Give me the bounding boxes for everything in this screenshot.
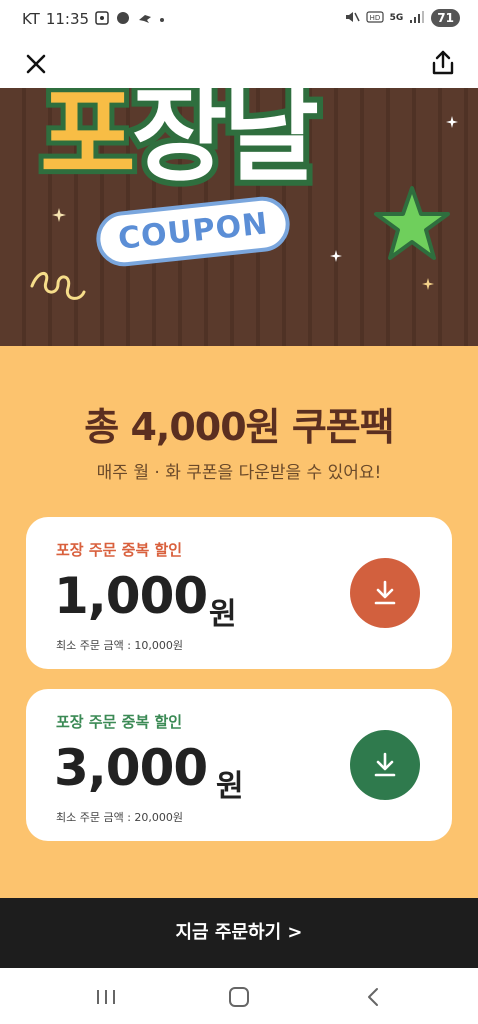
back-icon	[368, 988, 378, 1006]
download-icon	[374, 752, 396, 777]
mute-icon	[344, 10, 360, 27]
close-icon	[26, 54, 46, 74]
coupon-unit: 원	[216, 769, 244, 804]
event-banner: 포장날 COUPON	[0, 88, 478, 346]
coupon-card: 포장 주문 중복 할인 1,000 원 최소 주문 금액 : 10,000원	[26, 517, 452, 669]
battery-level: 71	[431, 9, 460, 27]
squiggle-icon	[30, 272, 86, 300]
coupon-amount: 1,000	[54, 567, 208, 625]
close-button[interactable]	[22, 50, 50, 78]
coupon-badge: COUPON	[93, 193, 293, 270]
more-notifications-dot-icon	[159, 12, 165, 26]
hd-icon: HD	[366, 10, 384, 27]
recent-apps-button[interactable]	[95, 988, 117, 1006]
share-icon	[432, 50, 454, 75]
share-button[interactable]	[428, 48, 458, 78]
svg-text:HD: HD	[369, 14, 380, 22]
sparkle-icon	[422, 278, 434, 290]
home-button[interactable]	[229, 987, 249, 1007]
download-coupon-button[interactable]	[350, 730, 420, 800]
download-icon	[374, 580, 396, 605]
coupon-label: 포장 주문 중복 할인	[56, 541, 183, 559]
coupon-card: 포장 주문 중복 할인 3,000 원 최소 주문 금액 : 20,000원	[26, 689, 452, 841]
signal-icon	[409, 10, 425, 27]
system-nav-bar	[0, 968, 478, 1024]
clock: 11:35	[45, 10, 90, 28]
network-label: 5G	[389, 13, 404, 23]
screenshot-icon	[95, 10, 109, 28]
banner-title-char-2: 장	[126, 88, 234, 202]
status-bar: KT 11:35 HD 5G 71	[0, 0, 478, 40]
banner-title: 포장날	[35, 88, 325, 202]
coupon-minimum-order: 최소 주문 금액 : 20,000원	[56, 811, 184, 824]
download-coupon-button[interactable]	[350, 558, 420, 628]
coupon-pack-title: 총 4,000원 쿠폰팩	[84, 405, 394, 449]
banner-title-char-1: 포	[35, 88, 141, 201]
bird-notification-icon	[137, 11, 153, 28]
recent-apps-icon	[97, 990, 115, 1004]
app-notification-icon	[115, 11, 131, 28]
coupon-amount: 3,000	[54, 739, 208, 797]
coupon-minimum-order: 최소 주문 금액 : 10,000원	[56, 639, 184, 652]
sparkle-icon	[52, 208, 66, 222]
carrier-label: KT	[22, 10, 40, 28]
coupon-label: 포장 주문 중복 할인	[56, 713, 183, 731]
coupon-pack-subtitle: 매주 월 · 화 쿠폰을 다운받을 수 있어요!	[96, 463, 382, 483]
app-header	[0, 40, 478, 88]
coupon-unit: 원	[209, 597, 237, 632]
sparkle-icon	[330, 250, 342, 262]
order-now-button[interactable]: 지금 주문하기 >	[0, 898, 478, 968]
back-button[interactable]	[366, 987, 380, 1007]
coupon-pack-section: 총 4,000원 쿠폰팩 매주 월 · 화 쿠폰을 다운받을 수 있어요! 포장…	[0, 346, 478, 898]
banner-title-char-3: 날	[217, 88, 325, 202]
green-star-icon	[374, 186, 450, 260]
sparkle-icon	[446, 116, 458, 128]
